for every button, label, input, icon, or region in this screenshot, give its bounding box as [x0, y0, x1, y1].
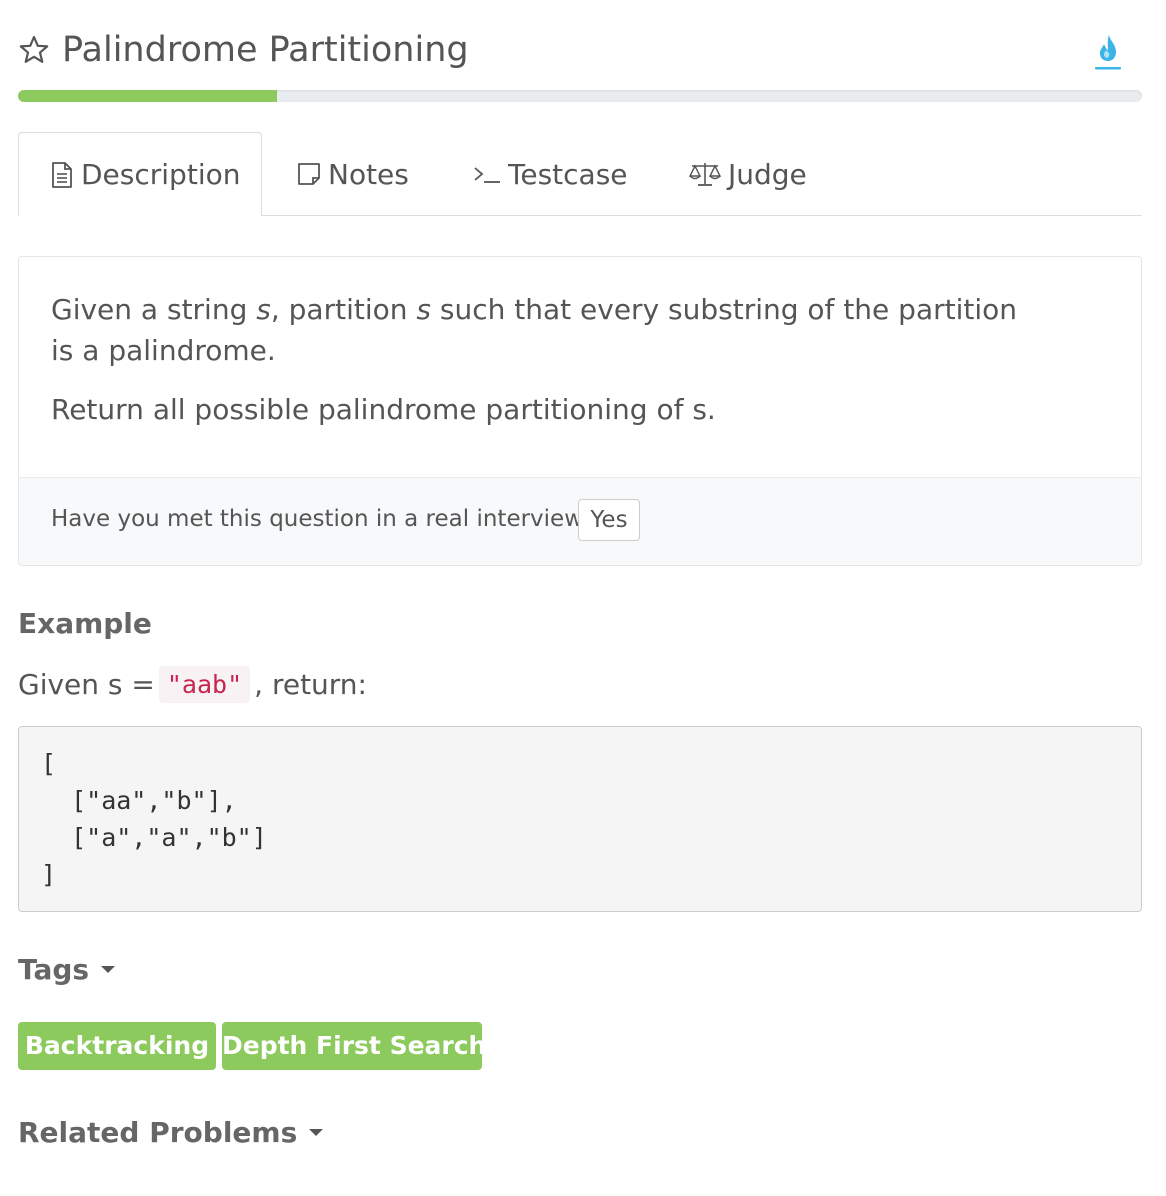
tag-depth-first-search[interactable]: Depth First Search — [222, 1022, 486, 1070]
variable-s: s — [256, 293, 271, 326]
tab-label: Notes — [328, 157, 409, 191]
tab-bar: Description Notes Testcase Judge — [18, 132, 1142, 217]
fire-icon[interactable] — [1092, 32, 1124, 72]
related-problems-toggle[interactable]: Related Problems — [18, 1116, 324, 1149]
tags-heading: Tags — [18, 953, 90, 986]
progress-bar-fill — [18, 90, 277, 102]
tab-label: Testcase — [508, 157, 628, 191]
problem-header: Palindrome Partitioning — [18, 28, 1142, 76]
related-problems-heading: Related Problems — [18, 1116, 298, 1149]
code-line: [ — [41, 749, 57, 778]
example-code-block: [ ["aa","b"], ["a","a","b"] ] — [18, 726, 1142, 912]
description-text: Given a string — [51, 293, 257, 326]
tag-backtracking[interactable]: Backtracking — [18, 1022, 216, 1070]
terminal-icon — [474, 167, 500, 183]
tab-notes[interactable]: Notes — [296, 132, 409, 216]
description-text: , partition — [270, 293, 417, 326]
example-given-line: Given s = "aab" , return: — [18, 666, 367, 703]
yes-button[interactable]: Yes — [578, 499, 640, 541]
description-paragraph: Given a string s, partition s such that … — [51, 289, 1031, 371]
description-body: Given a string s, partition s such that … — [51, 289, 1111, 448]
tab-label: Description — [81, 158, 241, 191]
caret-down-icon — [309, 1129, 324, 1136]
tab-judge[interactable]: Judge — [688, 132, 807, 216]
variable-s: s — [416, 293, 431, 326]
code-line: ] — [41, 860, 57, 889]
given-prefix: Given s = — [18, 668, 155, 701]
description-paragraph: Return all possible palindrome partition… — [51, 393, 716, 426]
interview-question: Have you met this question in a real int… — [51, 506, 596, 532]
example-heading: Example — [18, 607, 152, 640]
progress-bar — [18, 90, 1142, 102]
tags-toggle[interactable]: Tags — [18, 953, 116, 986]
caret-down-icon — [101, 966, 116, 973]
inline-code: "aab" — [158, 666, 251, 703]
note-icon — [298, 163, 320, 185]
code-line: ["aa","b"], — [41, 786, 237, 815]
document-icon — [52, 161, 72, 188]
tab-description[interactable]: Description — [18, 132, 262, 217]
description-panel: Given a string s, partition s such that … — [18, 256, 1142, 566]
problem-title: Palindrome Partitioning — [62, 30, 469, 70]
star-icon[interactable] — [18, 34, 50, 66]
given-suffix: , return: — [254, 668, 367, 701]
tab-testcase[interactable]: Testcase — [472, 132, 628, 216]
balance-scale-icon — [688, 163, 722, 186]
tab-label: Judge — [728, 157, 807, 191]
interview-footer: Have you met this question in a real int… — [19, 477, 1141, 565]
code-line: ["a","a","b"] — [41, 823, 267, 852]
